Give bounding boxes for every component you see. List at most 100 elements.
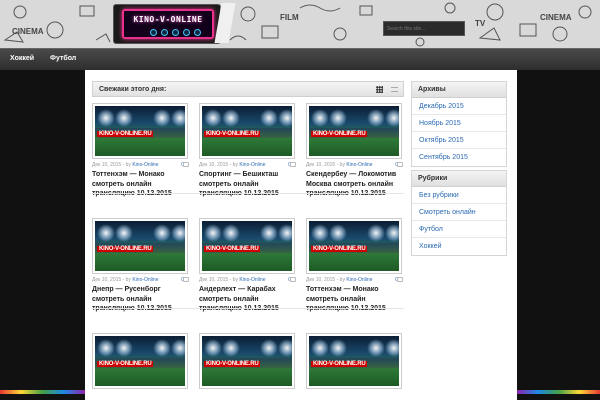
thumbnail-watermark: KINO-V-ONLINE.RU xyxy=(97,131,154,137)
stadium-image: KINO-V-ONLINE.RU xyxy=(95,106,185,156)
svg-text:TV: TV xyxy=(475,19,486,28)
archives-title: Архивы xyxy=(412,82,506,98)
post-author[interactable]: Kino-Online xyxy=(346,277,372,283)
section-title: Свежаки этого дня: xyxy=(99,86,167,93)
list-view-icon[interactable] xyxy=(391,87,398,92)
post-author[interactable]: Kino-Online xyxy=(346,162,372,168)
post-author[interactable]: Kino-Online xyxy=(132,277,158,283)
thumbnail-watermark: KINO-V-ONLINE.RU xyxy=(204,361,261,367)
post-thumbnail[interactable]: KINO-V-ONLINE.RU xyxy=(306,103,402,159)
post-date: Дек 10, 2015 xyxy=(199,277,229,283)
right-color-strip xyxy=(517,390,600,394)
nav-item-hockey[interactable]: Хоккей xyxy=(10,55,34,62)
thumbnail-watermark: KINO-V-ONLINE.RU xyxy=(204,246,261,252)
post-author[interactable]: Kino-Online xyxy=(239,162,265,168)
search-input[interactable] xyxy=(383,21,465,36)
comment-count[interactable]: 0 xyxy=(181,162,189,168)
svg-text:CINEMA: CINEMA xyxy=(540,13,572,22)
post-thumbnail[interactable]: KINO-V-ONLINE.RU xyxy=(199,103,295,159)
post-title[interactable]: Андерлехт — Карабах смотреть онлайн тран… xyxy=(199,285,299,314)
post-title[interactable]: Скендербеу — Локомотив Москва смотреть о… xyxy=(306,170,406,199)
site-logo[interactable]: KINO-V-ONLINE xyxy=(113,3,236,44)
left-color-strip xyxy=(0,390,85,394)
post-card: KINO-V-ONLINE.RU xyxy=(199,333,295,389)
categories-title: Рубрики xyxy=(412,171,506,187)
post-thumbnail[interactable]: KINO-V-ONLINE.RU xyxy=(92,333,188,389)
archives-widget: Архивы Декабрь 2015 Ноябрь 2015 Октябрь … xyxy=(411,81,507,167)
category-link[interactable]: Смотреть онлайн xyxy=(412,204,506,221)
thumbnail-watermark: KINO-V-ONLINE.RU xyxy=(311,131,368,137)
post-by: - by xyxy=(122,162,131,168)
stadium-image: KINO-V-ONLINE.RU xyxy=(202,221,292,271)
archive-link[interactable]: Октябрь 2015 xyxy=(412,132,506,149)
category-link[interactable]: Хоккей xyxy=(412,238,506,255)
post-by: - by xyxy=(229,277,238,283)
post-card: KINO-V-ONLINE.RU xyxy=(306,333,402,389)
post-date: Дек 10, 2015 xyxy=(92,277,122,283)
archive-link[interactable]: Декабрь 2015 xyxy=(412,98,506,115)
post-thumbnail[interactable]: KINO-V-ONLINE.RU xyxy=(199,218,295,274)
post-card: KINO-V-ONLINE.RU Дек 10, 2015 - by Kino-O… xyxy=(199,103,296,197)
comment-count[interactable]: 0 xyxy=(181,277,189,283)
post-meta: Дек 10, 2015 - by Kino-Online 0 xyxy=(199,277,296,283)
grid-view-icon[interactable] xyxy=(376,86,383,93)
post-thumbnail[interactable]: KINO-V-ONLINE.RU xyxy=(92,218,188,274)
stadium-image: KINO-V-ONLINE.RU xyxy=(95,336,185,386)
doodle-background: CINEMA CINEMA FILM TV xyxy=(3,2,592,47)
category-link[interactable]: Без рубрики xyxy=(412,187,506,204)
comment-count[interactable]: 0 xyxy=(288,162,296,168)
archive-link[interactable]: Сентябрь 2015 xyxy=(412,149,506,166)
post-thumbnail[interactable]: KINO-V-ONLINE.RU xyxy=(199,333,295,389)
stadium-image: KINO-V-ONLINE.RU xyxy=(309,336,399,386)
post-meta: Дек 10, 2015 - by Kino-Online 0 xyxy=(199,162,296,168)
logo-neon-sign: KINO-V-ONLINE xyxy=(122,9,214,39)
comment-count[interactable]: 0 xyxy=(395,277,403,283)
svg-text:CINEMA: CINEMA xyxy=(12,27,44,36)
main-nav: Хоккей Футбол xyxy=(0,48,600,70)
post-thumbnail[interactable]: KINO-V-ONLINE.RU xyxy=(306,218,402,274)
section-header: Свежаки этого дня: xyxy=(92,81,404,97)
post-date: Дек 10, 2015 xyxy=(92,162,122,168)
post-thumbnail[interactable]: KINO-V-ONLINE.RU xyxy=(306,333,402,389)
row-divider xyxy=(92,308,404,309)
post-author[interactable]: Kino-Online xyxy=(239,277,265,283)
post-date: Дек 10, 2015 xyxy=(306,277,336,283)
categories-widget: Рубрики Без рубрики Смотреть онлайн Футб… xyxy=(411,170,507,256)
post-title[interactable]: Днепр — Русенборг смотреть онлайн трансл… xyxy=(92,285,192,314)
thumbnail-watermark: KINO-V-ONLINE.RU xyxy=(311,246,368,252)
post-date: Дек 10, 2015 xyxy=(306,162,336,168)
stadium-image: KINO-V-ONLINE.RU xyxy=(309,221,399,271)
post-meta: Дек 10, 2015 - by Kino-Online 0 xyxy=(306,162,403,168)
logo-film-dots xyxy=(150,29,201,36)
archive-link[interactable]: Ноябрь 2015 xyxy=(412,115,506,132)
post-card: KINO-V-ONLINE.RU Дек 10, 2015 - by Kino-O… xyxy=(306,218,403,312)
post-title[interactable]: Тоттенхэм — Монако смотреть онлайн транс… xyxy=(92,170,192,199)
content-wrapper: Свежаки этого дня: KINO-V-ONLINE.RU Дек 1… xyxy=(85,70,517,400)
stadium-image: KINO-V-ONLINE.RU xyxy=(309,106,399,156)
comment-count[interactable]: 0 xyxy=(288,277,296,283)
post-card: KINO-V-ONLINE.RU Дек 10, 2015 - by Kino-O… xyxy=(306,103,403,197)
post-card: KINO-V-ONLINE.RU Дек 10, 2015 - by Kino-O… xyxy=(199,218,296,312)
post-by: - by xyxy=(122,277,131,283)
post-card: KINO-V-ONLINE.RU xyxy=(92,333,188,389)
thumbnail-watermark: KINO-V-ONLINE.RU xyxy=(97,246,154,252)
comment-count[interactable]: 0 xyxy=(395,162,403,168)
post-title[interactable]: Тоттенхэм — Монако смотреть онлайн транс… xyxy=(306,285,406,314)
post-by: - by xyxy=(229,162,238,168)
category-link[interactable]: Футбол xyxy=(412,221,506,238)
post-card: KINO-V-ONLINE.RU Дек 10, 2015 - by Kino-O… xyxy=(92,218,189,312)
post-meta: Дек 10, 2015 - by Kino-Online 0 xyxy=(92,162,189,168)
post-title[interactable]: Спортинг — Бешикташ смотреть онлайн тран… xyxy=(199,170,299,199)
row-divider xyxy=(92,193,404,194)
svg-text:FILM: FILM xyxy=(280,13,299,22)
post-meta: Дек 10, 2015 - by Kino-Online 0 xyxy=(306,277,403,283)
nav-item-football[interactable]: Футбол xyxy=(50,55,76,62)
stadium-image: KINO-V-ONLINE.RU xyxy=(202,106,292,156)
site-header: CINEMA CINEMA FILM TV KINO-V-ONLINE xyxy=(0,0,600,48)
post-by: - by xyxy=(336,162,345,168)
post-thumbnail[interactable]: KINO-V-ONLINE.RU xyxy=(92,103,188,159)
post-meta: Дек 10, 2015 - by Kino-Online 0 xyxy=(92,277,189,283)
post-author[interactable]: Kino-Online xyxy=(132,162,158,168)
thumbnail-watermark: KINO-V-ONLINE.RU xyxy=(204,131,261,137)
post-date: Дек 10, 2015 xyxy=(199,162,229,168)
